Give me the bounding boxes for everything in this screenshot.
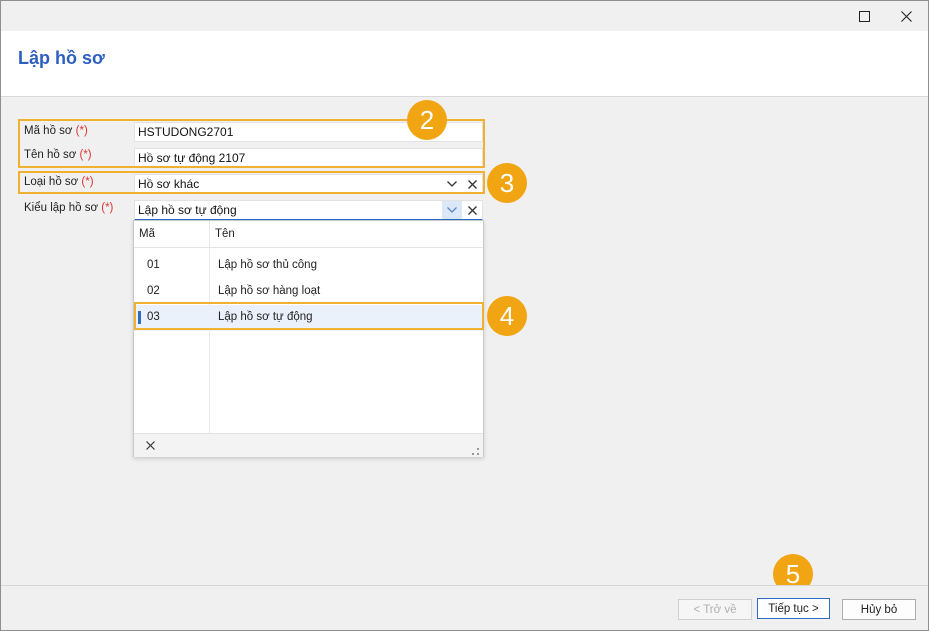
dialog-footer: < Trở về Tiếp tục > Hủy bỏ (1, 585, 928, 630)
back-button[interactable]: < Trở về (678, 599, 752, 620)
kieu-lap-ho-so-dropdown-list: Mã Tên 01 Lập hồ sơ thủ công 02 Lập hồ s… (133, 220, 484, 457)
column-header-ten: Tên (215, 228, 235, 240)
page-title: Lập hồ sơ (18, 48, 105, 68)
close-icon (900, 10, 912, 22)
dropdown-clear-button[interactable] (144, 439, 156, 451)
kieu-lap-ho-so-dropdown-button[interactable] (442, 201, 462, 219)
maximize-button[interactable] (841, 1, 887, 31)
option-name: Lập hồ sơ thủ công (218, 259, 317, 271)
chevron-down-icon (447, 207, 457, 213)
clear-icon (467, 205, 477, 215)
resize-grip-icon (472, 448, 479, 455)
maximize-icon (858, 10, 870, 22)
close-button[interactable] (883, 1, 928, 31)
step-badge-4: 4 (487, 296, 527, 336)
dropdown-footer (134, 433, 483, 457)
kieu-lap-ho-so-clear-button[interactable] (462, 201, 482, 219)
required-mark: (*) (101, 202, 114, 214)
close-icon (145, 440, 155, 450)
step-badge-2: 2 (407, 100, 447, 140)
kieu-lap-ho-so-combobox[interactable]: Lập hồ sơ tự động (134, 200, 483, 221)
highlight-box-3 (18, 171, 485, 194)
option-code: 01 (147, 259, 160, 271)
column-header-ma: Mã (139, 228, 155, 240)
dropdown-option-01[interactable]: 01 Lập hồ sơ thủ công (134, 253, 483, 279)
resize-grip[interactable] (472, 445, 480, 459)
dialog-header: Lập hồ sơ (1, 31, 928, 97)
dropdown-header: Mã Tên (134, 221, 483, 248)
kieu-lap-ho-so-value: Lập hồ sơ tự động (138, 203, 237, 217)
cancel-button[interactable]: Hủy bỏ (842, 599, 916, 620)
option-code: 02 (147, 285, 160, 297)
option-name: Lập hồ sơ hàng loạt (218, 285, 321, 297)
title-bar (1, 1, 928, 31)
highlight-box-4 (134, 302, 484, 330)
kieu-lap-ho-so-label-text: Kiểu lập hồ sơ (24, 202, 99, 214)
create-record-dialog: Lập hồ sơ Mã hồ sơ (*) HSTUDONG2701 Tên … (0, 0, 929, 631)
next-button[interactable]: Tiếp tục > (757, 598, 830, 619)
step-badge-3: 3 (487, 163, 527, 203)
kieu-lap-ho-so-label: Kiểu lập hồ sơ (*) (24, 202, 113, 214)
